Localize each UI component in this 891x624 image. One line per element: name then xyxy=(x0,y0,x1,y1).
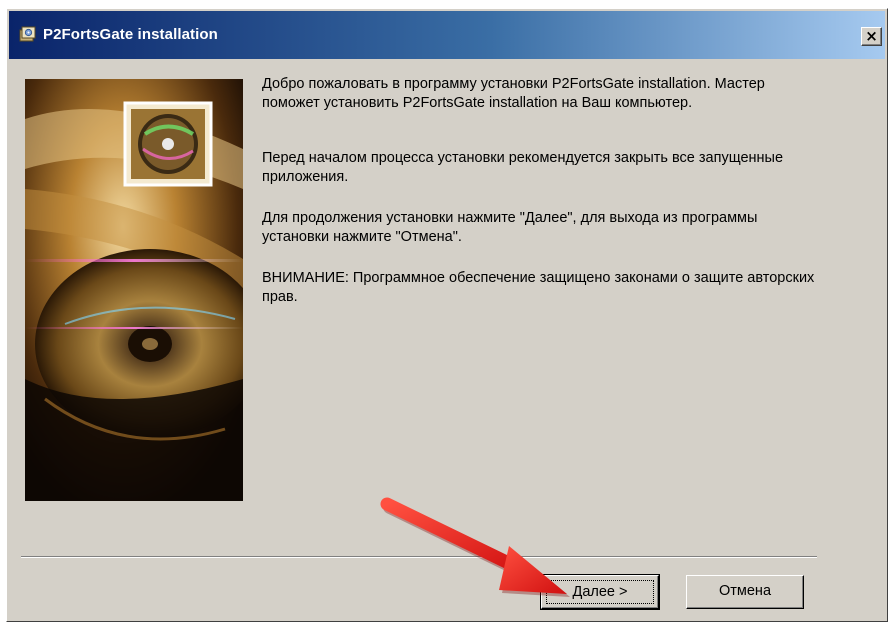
installer-window: P2FortsGate installation × Добро пожалов… xyxy=(6,8,888,622)
welcome-text: Добро пожаловать в программу установки P… xyxy=(262,75,822,329)
cancel-button[interactable]: Отмена xyxy=(686,575,804,609)
window-title: P2FortsGate installation xyxy=(43,26,218,43)
close-icon: × xyxy=(865,27,878,45)
footer-separator xyxy=(21,556,817,558)
close-button[interactable]: × xyxy=(861,27,882,46)
close-apps-paragraph: Перед началом процесса установки рекомен… xyxy=(262,150,784,185)
next-button[interactable]: Далее > xyxy=(540,574,660,610)
welcome-paragraph: Добро пожаловать в программу установки P… xyxy=(262,76,765,111)
next-button-label: Далее > xyxy=(546,580,654,604)
installer-icon xyxy=(19,26,36,42)
title-bar[interactable]: P2FortsGate installation × xyxy=(9,11,885,59)
banner-image xyxy=(25,79,243,501)
cd-disc-illustration xyxy=(25,79,243,501)
instructions-paragraph: Для продолжения установки нажмите "Далее… xyxy=(262,210,758,245)
copyright-warning-paragraph: ВНИМАНИЕ: Программное обеспечение защище… xyxy=(262,270,815,305)
